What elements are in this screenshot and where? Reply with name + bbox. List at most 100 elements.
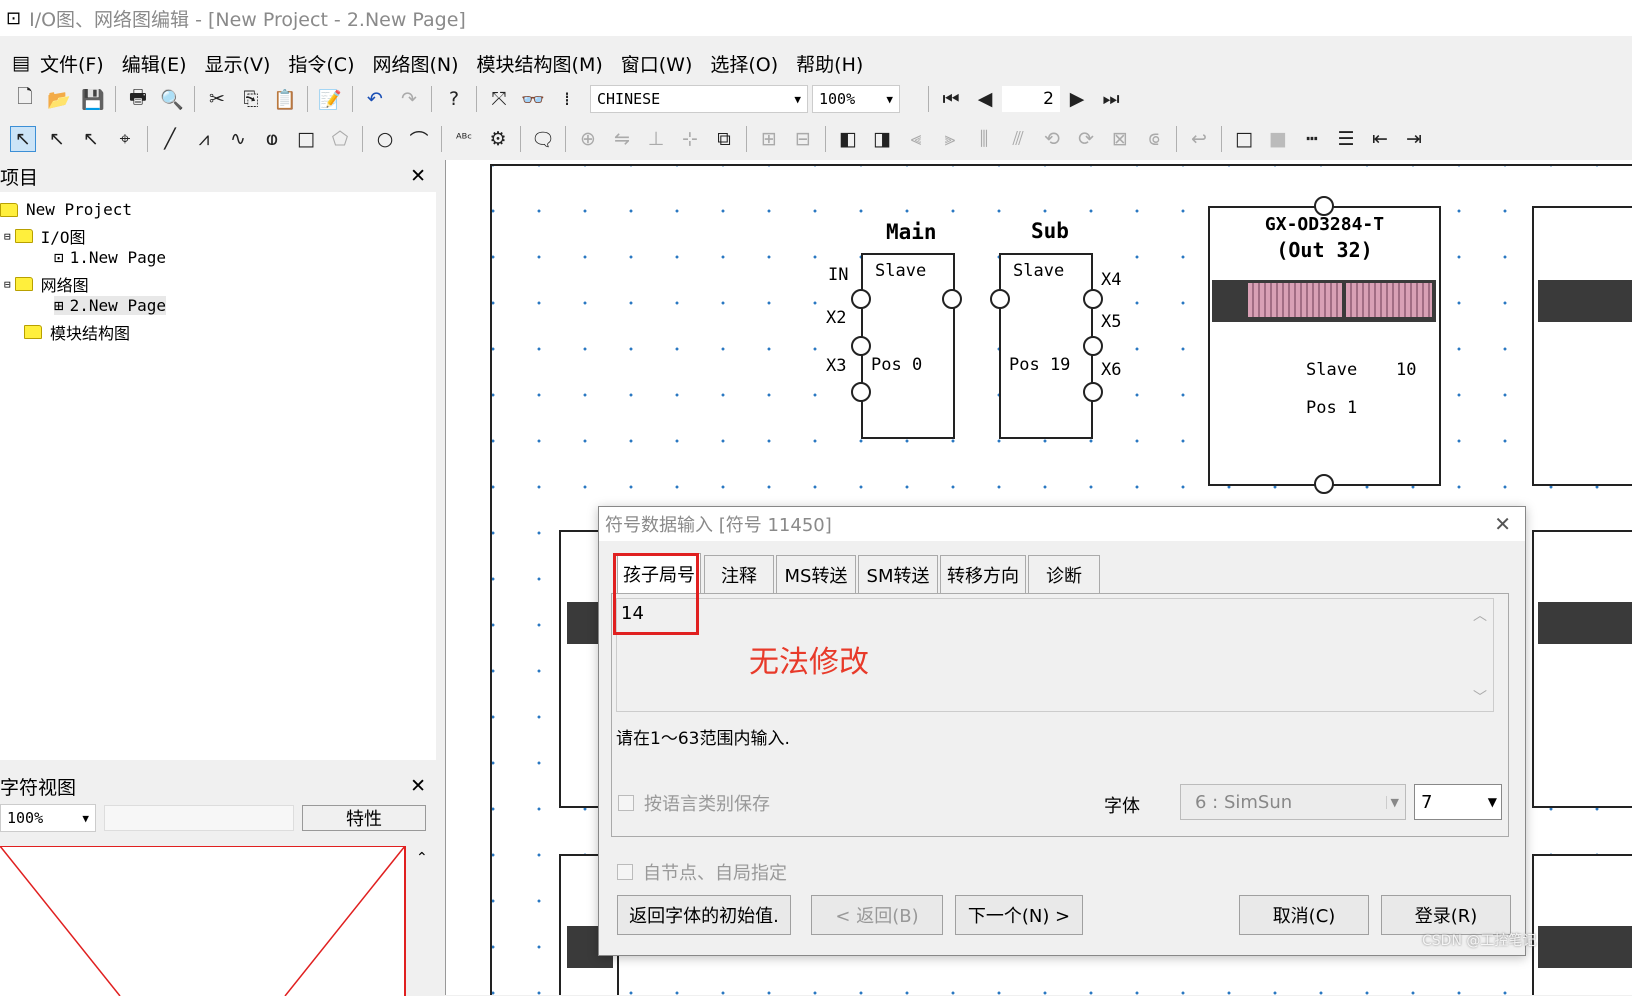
main-block[interactable]: Slave Pos 0	[861, 253, 955, 439]
first-page-icon[interactable]: ⏮	[938, 86, 964, 112]
polyline-icon[interactable]: ⩘	[191, 126, 217, 152]
undo-icon[interactable]: ↶	[362, 86, 388, 112]
menu-doc-icon[interactable]: ▤	[12, 52, 30, 74]
menu-window[interactable]: 窗口(W)	[621, 50, 693, 77]
polygon-icon[interactable]: ⬠	[327, 126, 353, 152]
port-module-bottom[interactable]	[1314, 474, 1334, 494]
distribute-h-icon[interactable]: ⊞	[756, 126, 782, 152]
line-icon[interactable]: ╱	[157, 126, 183, 152]
open-folder-icon[interactable]: 📂	[46, 86, 72, 112]
tree-io-page[interactable]: ⊡ 1.New Page	[54, 248, 166, 267]
menu-edit[interactable]: 编辑(E)	[122, 50, 187, 77]
block-right-bottom[interactable]	[1532, 854, 1632, 995]
tree-io[interactable]: ⊟ I/O图	[4, 224, 86, 248]
copy-icon[interactable]: ⎘	[238, 86, 264, 112]
save-icon[interactable]: 💾	[80, 86, 106, 112]
symbol-icon[interactable]: 🗨	[530, 126, 556, 152]
align-middle-icon[interactable]: ⫼	[971, 126, 997, 152]
last-page-icon[interactable]: ⏭	[1098, 86, 1124, 112]
align-center-icon[interactable]: ⊹	[677, 126, 703, 152]
cut-icon[interactable]: ✂	[204, 86, 230, 112]
grid-icon[interactable]: ⁞	[554, 86, 580, 112]
self-node-checkbox[interactable]: 自节点、自局指定	[617, 859, 787, 885]
font-size-select[interactable]: 7 ▼	[1414, 784, 1502, 820]
tab-sm-transfer[interactable]: SM转送	[858, 555, 938, 593]
property-button[interactable]: 特性	[302, 805, 426, 831]
fit-view-icon[interactable]: ⤧	[486, 86, 512, 112]
module-block-partial[interactable]	[1532, 206, 1632, 486]
align-top-icon[interactable]: ⊥	[643, 126, 669, 152]
group-icon[interactable]: ⧉	[711, 126, 737, 152]
port-x6[interactable]	[1083, 382, 1103, 402]
tab-ms-transfer[interactable]: MS转送	[776, 555, 856, 593]
select-node-icon[interactable]: ↖	[44, 126, 70, 152]
tree-module[interactable]: 模块结构图	[24, 320, 130, 344]
close-icon[interactable]: ✕	[1494, 512, 1511, 536]
menu-help[interactable]: 帮助(H)	[796, 50, 863, 77]
align-bottom-icon[interactable]: ⫻	[1005, 126, 1031, 152]
next-page-icon[interactable]: ▶	[1064, 86, 1090, 112]
char-view-zoom[interactable]: 100% ▼	[0, 804, 96, 832]
arrow-end-icon[interactable]: ⇥	[1401, 126, 1427, 152]
paste-icon[interactable]: 📋	[272, 86, 298, 112]
bring-front-icon[interactable]: ◧	[835, 126, 861, 152]
value-textarea[interactable]: 14 ︿ ﹀	[616, 598, 1494, 712]
tree-root[interactable]: New Project	[0, 200, 132, 219]
fill-color-icon[interactable]: ■	[1265, 126, 1291, 152]
select-shape-icon[interactable]: ↖	[78, 126, 104, 152]
curve-icon[interactable]: ∿	[225, 126, 251, 152]
port-sub-in[interactable]	[990, 289, 1010, 309]
rotate-icon[interactable]: ⊕	[575, 126, 601, 152]
collapse-icon[interactable]: ⊟	[4, 230, 11, 243]
zoom-combo[interactable]: 100% ▼	[812, 85, 900, 113]
language-combo[interactable]: CHINESE ▼	[590, 85, 808, 113]
login-button[interactable]: 登录(R)	[1381, 895, 1511, 935]
reset-font-button[interactable]: 返回字体的初始值.	[617, 895, 791, 935]
new-file-icon[interactable]: 🗋	[12, 86, 38, 112]
menu-network[interactable]: 网络图(N)	[372, 50, 458, 77]
align-left-icon[interactable]: ⫷	[903, 126, 929, 152]
menu-command[interactable]: 指令(C)	[288, 50, 354, 77]
save-by-language-checkbox[interactable]: 按语言类别保存	[618, 790, 770, 816]
text-icon[interactable]: ᴬᴮᶜ	[451, 126, 477, 152]
port-in[interactable]	[851, 289, 871, 309]
lock-icon[interactable]: ⊠	[1107, 126, 1133, 152]
unlock-icon[interactable]: ⟃	[1141, 126, 1167, 152]
cancel-button[interactable]: 取消(C)	[1239, 895, 1369, 935]
block-right-partial[interactable]	[1532, 530, 1632, 808]
menu-select[interactable]: 选择(O)	[710, 50, 778, 77]
arc-icon[interactable]: ⌒	[406, 126, 432, 152]
line-width-icon[interactable]: ☰	[1333, 126, 1359, 152]
port-x2[interactable]	[851, 336, 871, 356]
undo-arrange-icon[interactable]: ↩	[1186, 126, 1212, 152]
gear-icon[interactable]: ⚙	[485, 126, 511, 152]
rotate-left-icon[interactable]: ⟲	[1039, 126, 1065, 152]
clipboard-edit-icon[interactable]: 📝	[317, 86, 343, 112]
tab-diagnosis[interactable]: 诊断	[1028, 555, 1100, 593]
rotate-right-icon[interactable]: ⟳	[1073, 126, 1099, 152]
port-x4[interactable]	[1083, 289, 1103, 309]
tree-network-page[interactable]: ⊞ 2.New Page	[54, 296, 166, 315]
align-right-icon[interactable]: ⫸	[937, 126, 963, 152]
page-number-field[interactable]: 2	[1002, 86, 1060, 112]
close-icon[interactable]: ✕	[410, 775, 426, 797]
font-select[interactable]: 6 : SimSun ▼	[1180, 784, 1406, 820]
tab-comment[interactable]: 注释	[704, 555, 774, 593]
tree-network[interactable]: ⊟ 网络图	[4, 272, 89, 296]
pointer-icon[interactable]: ↖	[10, 126, 36, 152]
port-x3[interactable]	[851, 382, 871, 402]
send-back-icon[interactable]: ◨	[869, 126, 895, 152]
module-block[interactable]: GX-OD3284-T (Out 32) Slave 10 Pos 1	[1208, 206, 1441, 486]
rectangle-icon[interactable]: □	[293, 126, 319, 152]
redo-icon[interactable]: ↷	[396, 86, 422, 112]
scroll-down-icon[interactable]: ﹀	[1473, 687, 1487, 707]
sub-block[interactable]: Slave Pos 19	[999, 253, 1093, 439]
back-button[interactable]: < 返回(B)	[811, 895, 943, 935]
menu-file[interactable]: 文件(F)	[40, 50, 104, 77]
close-icon[interactable]: ✕	[410, 165, 426, 187]
distribute-v-icon[interactable]: ⊟	[790, 126, 816, 152]
line-style-icon[interactable]: ┅	[1299, 126, 1325, 152]
print-icon[interactable]: 🖶	[125, 86, 151, 112]
port-out[interactable]	[942, 289, 962, 309]
menu-view[interactable]: 显示(V)	[205, 50, 271, 77]
